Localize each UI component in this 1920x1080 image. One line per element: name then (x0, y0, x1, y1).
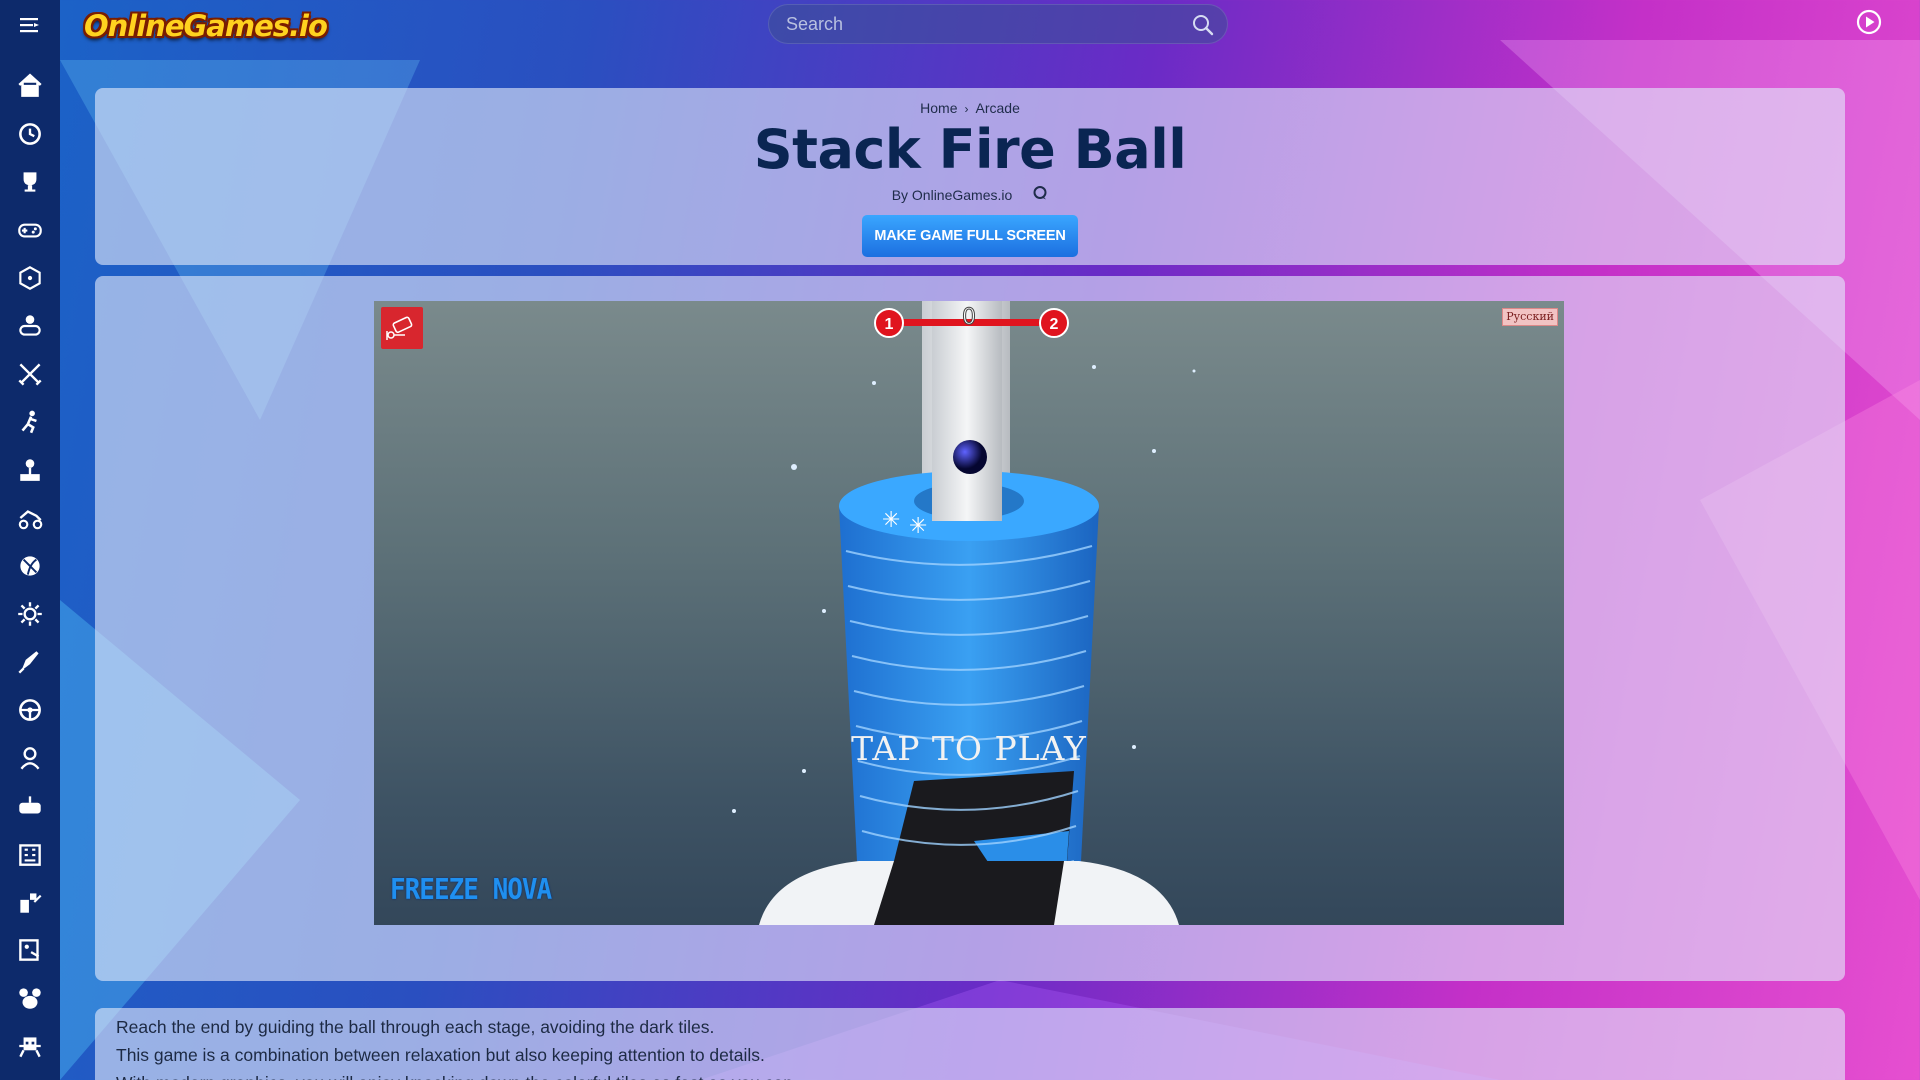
record-button[interactable] (381, 307, 423, 349)
trophy-icon[interactable] (8, 158, 52, 206)
author-label: By OnlineGames.io (891, 186, 1013, 203)
description-line: Reach the end by guiding the ball throug… (116, 1017, 715, 1037)
tower-stack (839, 471, 1099, 901)
comment-icon[interactable] (1032, 185, 1048, 204)
rocket-icon[interactable] (8, 638, 52, 686)
home-icon[interactable] (8, 62, 52, 110)
breadcrumb-category[interactable]: Arcade (976, 100, 1020, 116)
level-current-badge: 1 (874, 308, 904, 338)
dice-icon[interactable] (8, 254, 52, 302)
svg-text:✳: ✳ (882, 508, 900, 533)
site-logo[interactable]: OnlineGames.io (84, 6, 328, 46)
alien-icon[interactable] (8, 1022, 52, 1070)
sidebar (0, 0, 60, 1080)
breadcrumb-separator: › (964, 102, 969, 116)
search-icon[interactable] (1191, 13, 1215, 37)
swords-icon[interactable] (8, 350, 52, 398)
game-description: Reach the end by guiding the ball throug… (95, 1008, 1845, 1080)
search-bar (768, 4, 1228, 44)
page-title: Stack Fire Ball (753, 118, 1187, 181)
breadcrumb-home[interactable]: Home (920, 100, 957, 116)
breadcrumb: Home › Arcade (95, 100, 1845, 116)
game-header-panel: Home › Arcade Stack Fire Ball By OnlineGam… (95, 88, 1845, 265)
blocks-icon[interactable] (8, 878, 52, 926)
game-panel: ✳ ✳ 1 2 0 Русский TAP TO PLAY FREEZE NOV… (95, 276, 1845, 981)
byline: By OnlineGames.io (95, 185, 1845, 204)
gamepad-icon[interactable] (8, 206, 52, 254)
multiplayer-icon[interactable] (8, 302, 52, 350)
camera-icon (386, 316, 413, 340)
play-circle-icon[interactable] (1856, 9, 1882, 35)
svg-text:✳: ✳ (909, 514, 927, 539)
score-counter: 0 (962, 305, 977, 331)
search-input[interactable] (769, 5, 1169, 43)
ball-icon[interactable] (8, 542, 52, 590)
joystick-icon[interactable] (8, 446, 52, 494)
description-line: With modern graphics, you will enjoy kno… (116, 1069, 1824, 1080)
controller-icon[interactable] (8, 782, 52, 830)
girl-icon[interactable] (8, 734, 52, 782)
racing-icon[interactable] (8, 494, 52, 542)
description-panel: Reach the end by guiding the ball throug… (95, 1008, 1845, 1080)
tap-to-play-label[interactable]: TAP TO PLAY (374, 729, 1564, 768)
sidebar-nav (8, 62, 52, 1070)
building-icon[interactable] (8, 830, 52, 878)
puzzle-icon[interactable] (8, 926, 52, 974)
history-icon[interactable] (8, 110, 52, 158)
game-canvas[interactable]: ✳ ✳ 1 2 0 Русский TAP TO PLAY FREEZE NOV… (374, 301, 1564, 925)
game-scene: ✳ ✳ (732, 301, 1196, 925)
fullscreen-button[interactable]: MAKE GAME FULL SCREEN (862, 215, 1078, 257)
language-button[interactable]: Русский (1502, 308, 1558, 326)
runner-icon[interactable] (8, 398, 52, 446)
level-next-badge: 2 (1039, 308, 1069, 338)
steering-wheel-icon[interactable] (8, 686, 52, 734)
description-line: This game is a combination between relax… (116, 1045, 765, 1065)
brand-logo[interactable]: FREEZE NOVA (390, 874, 552, 907)
gear-icon[interactable] (8, 590, 52, 638)
player-ball (953, 440, 987, 474)
animals-icon[interactable] (8, 974, 52, 1022)
menu-toggle-icon[interactable] (10, 10, 50, 40)
